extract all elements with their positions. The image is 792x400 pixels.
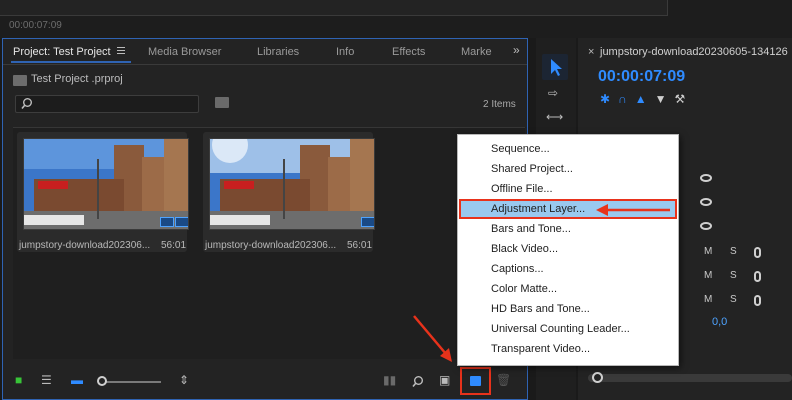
annotation-arrows	[413, 204, 670, 362]
arrow-to-new-item	[413, 315, 447, 355]
arrow-head-left	[596, 204, 608, 216]
